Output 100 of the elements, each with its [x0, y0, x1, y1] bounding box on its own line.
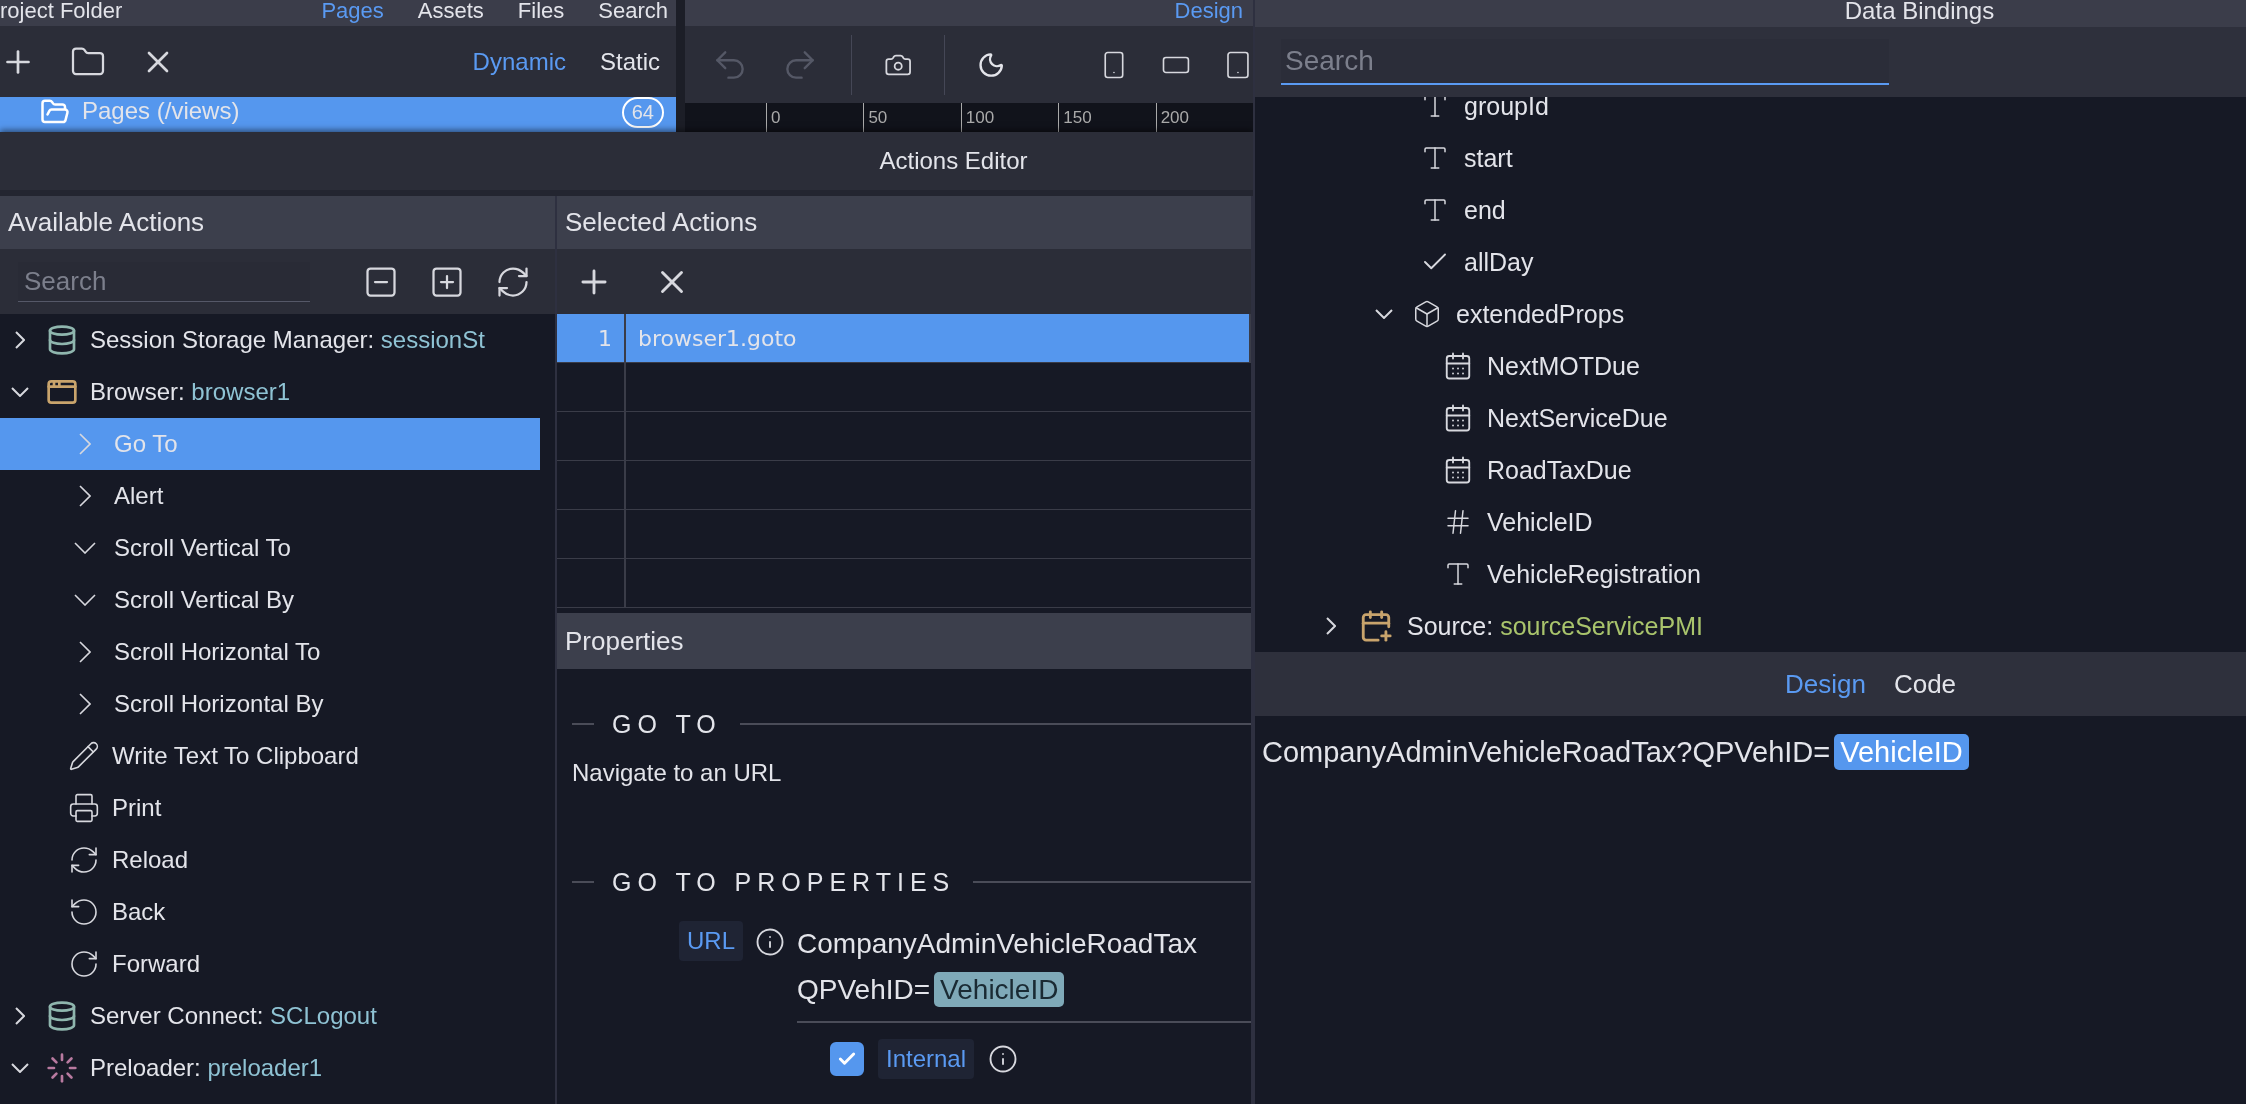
count-badge: 64: [621, 97, 664, 128]
action-label: Reload: [112, 846, 189, 874]
binding-item[interactable]: RoadTaxDue: [1255, 444, 2246, 496]
chevron-down-icon[interactable]: [11, 387, 29, 397]
search-toolbar[interactable]: Search: [0, 249, 555, 314]
chevron-right-icon[interactable]: [79, 485, 91, 507]
search-bar[interactable]: Search: [1255, 27, 2246, 97]
action-label: Scroll Vertical By: [114, 586, 295, 614]
chevron-down-icon[interactable]: [74, 542, 96, 554]
chevron-right-icon[interactable]: [79, 641, 91, 663]
binding-label: NextMOTDue: [1487, 351, 1640, 381]
chevron-down-icon[interactable]: [11, 1063, 29, 1073]
component-label: Server Connect: SCLogout: [90, 1002, 377, 1030]
panel-title: roject Folder: [0, 0, 123, 22]
binding-item[interactable]: extendedProps: [1255, 288, 2246, 340]
action-item[interactable]: Alert: [0, 470, 540, 522]
section-title: Properties: [565, 625, 684, 657]
description-text: Navigate to an URL: [572, 759, 783, 787]
binding-item[interactable]: NextServiceDue: [1255, 392, 2246, 444]
binding-label: end: [1464, 195, 1506, 225]
expression-text: CompanyAdminVehicleRoadTax?QPVehID= VehicleID: [1262, 736, 1969, 768]
window-title: Actions Editor: [879, 147, 1028, 175]
binding-item[interactable]: Source: sourceServicePMI: [1255, 600, 2246, 652]
window-title: Data Bindings: [1844, 0, 1995, 26]
action-item[interactable]: Reload: [0, 834, 540, 886]
calendar-icon: [1443, 455, 1473, 485]
panel-tab[interactable]: Files: [517, 0, 565, 22]
action-item[interactable]: Forward: [0, 938, 540, 990]
forward-icon: [68, 948, 100, 980]
printer-icon: [68, 792, 100, 824]
binding-label: groupId: [1464, 97, 1549, 121]
chevron-right-icon[interactable]: [79, 693, 91, 715]
chevron-down-icon[interactable]: [1375, 309, 1393, 319]
editor-tab[interactable]: Code: [1893, 668, 1957, 700]
spinner-icon: [46, 1052, 78, 1084]
component-label: Browser: browser1: [90, 378, 291, 406]
panel-tab[interactable]: Search: [598, 0, 668, 22]
reload-icon: [68, 844, 100, 876]
chevron-right-icon[interactable]: [1326, 617, 1336, 635]
info-icon[interactable]: [755, 927, 785, 957]
section-heading: GO TO PROPERTIES: [612, 867, 956, 897]
component-label: Preloader: preloader1: [90, 1054, 323, 1082]
action-label: Write Text To Clipboard: [112, 742, 359, 770]
action-label: Back: [112, 898, 166, 926]
component-item[interactable]: Server Connect: SCLogout: [0, 990, 540, 1042]
row-index: 1: [557, 314, 626, 362]
mode-tab[interactable]: Static: [599, 47, 660, 76]
binding-item[interactable]: end: [1255, 184, 2246, 236]
calendar-plus-icon: [1359, 609, 1393, 643]
back-icon: [68, 896, 100, 928]
mode-tab[interactable]: Dynamic: [472, 47, 566, 76]
binding-item[interactable]: VehicleRegistration: [1255, 548, 2246, 600]
action-label: Scroll Horizontal By: [114, 690, 324, 718]
binding-label: NextServiceDue: [1487, 403, 1668, 433]
binding-label: RoadTaxDue: [1487, 455, 1632, 485]
action-item[interactable]: Write Text To Clipboard: [0, 730, 540, 782]
editor-tab[interactable]: Design: [1784, 668, 1866, 700]
action-label: Scroll Horizontal To: [114, 638, 321, 666]
action-item[interactable]: Scroll Horizontal To: [0, 626, 540, 678]
component-item[interactable]: Session Storage Manager: sessionSt: [0, 314, 540, 366]
binding-item[interactable]: NextMOTDue: [1255, 340, 2246, 392]
binding-item[interactable]: groupId: [1255, 97, 2246, 132]
component-item[interactable]: Preloader: preloader1: [0, 1042, 540, 1094]
section-title: Available Actions: [8, 207, 205, 238]
action-item[interactable]: Scroll Vertical By: [0, 574, 540, 626]
action-item[interactable]: Back: [0, 886, 540, 938]
checkbox[interactable]: [830, 1042, 864, 1076]
action-item[interactable]: Print: [0, 782, 540, 834]
panel-tab[interactable]: Pages: [321, 0, 384, 22]
database-icon: [46, 1000, 78, 1032]
binding-label: extendedProps: [1456, 299, 1625, 329]
binding-label: Source: sourceServicePMI: [1407, 611, 1703, 641]
action-label: Forward: [112, 950, 201, 978]
cube-icon: [1412, 299, 1442, 329]
pencil-icon: [68, 740, 100, 772]
component-label: Session Storage Manager: sessionSt: [90, 326, 485, 354]
info-icon[interactable]: [988, 1044, 1019, 1074]
database-icon: [46, 324, 78, 356]
action-name: browser1.goto: [626, 314, 1251, 362]
component-item[interactable]: Browser: browser1: [0, 366, 540, 418]
action-label: Alert: [114, 482, 164, 510]
binding-item[interactable]: VehicleID: [1255, 496, 2246, 548]
binding-item[interactable]: allDay: [1255, 236, 2246, 288]
chevron-down-icon[interactable]: [74, 594, 96, 606]
chevron-right-icon[interactable]: [15, 331, 25, 349]
action-label: Scroll Vertical To: [114, 534, 291, 562]
binding-item[interactable]: start: [1255, 132, 2246, 184]
action-item[interactable]: Scroll Horizontal By: [0, 678, 540, 730]
action-item[interactable]: Scroll Vertical To: [0, 522, 540, 574]
chevron-right-icon[interactable]: [15, 1007, 25, 1025]
panel-tab[interactable]: Assets: [417, 0, 484, 22]
calendar-icon: [1443, 403, 1473, 433]
view-tab[interactable]: Design: [1174, 0, 1243, 26]
binding-label: VehicleID: [1487, 507, 1593, 537]
binding-label: allDay: [1464, 247, 1534, 277]
binding-label: start: [1464, 143, 1513, 173]
action-label: Go To: [114, 430, 178, 458]
section-title: Selected Actions: [565, 207, 758, 238]
section-heading: GO TO: [612, 709, 722, 739]
url-field[interactable]: CompanyAdminVehicleRoadTax QPVehID= VehicleID: [797, 921, 1251, 1023]
